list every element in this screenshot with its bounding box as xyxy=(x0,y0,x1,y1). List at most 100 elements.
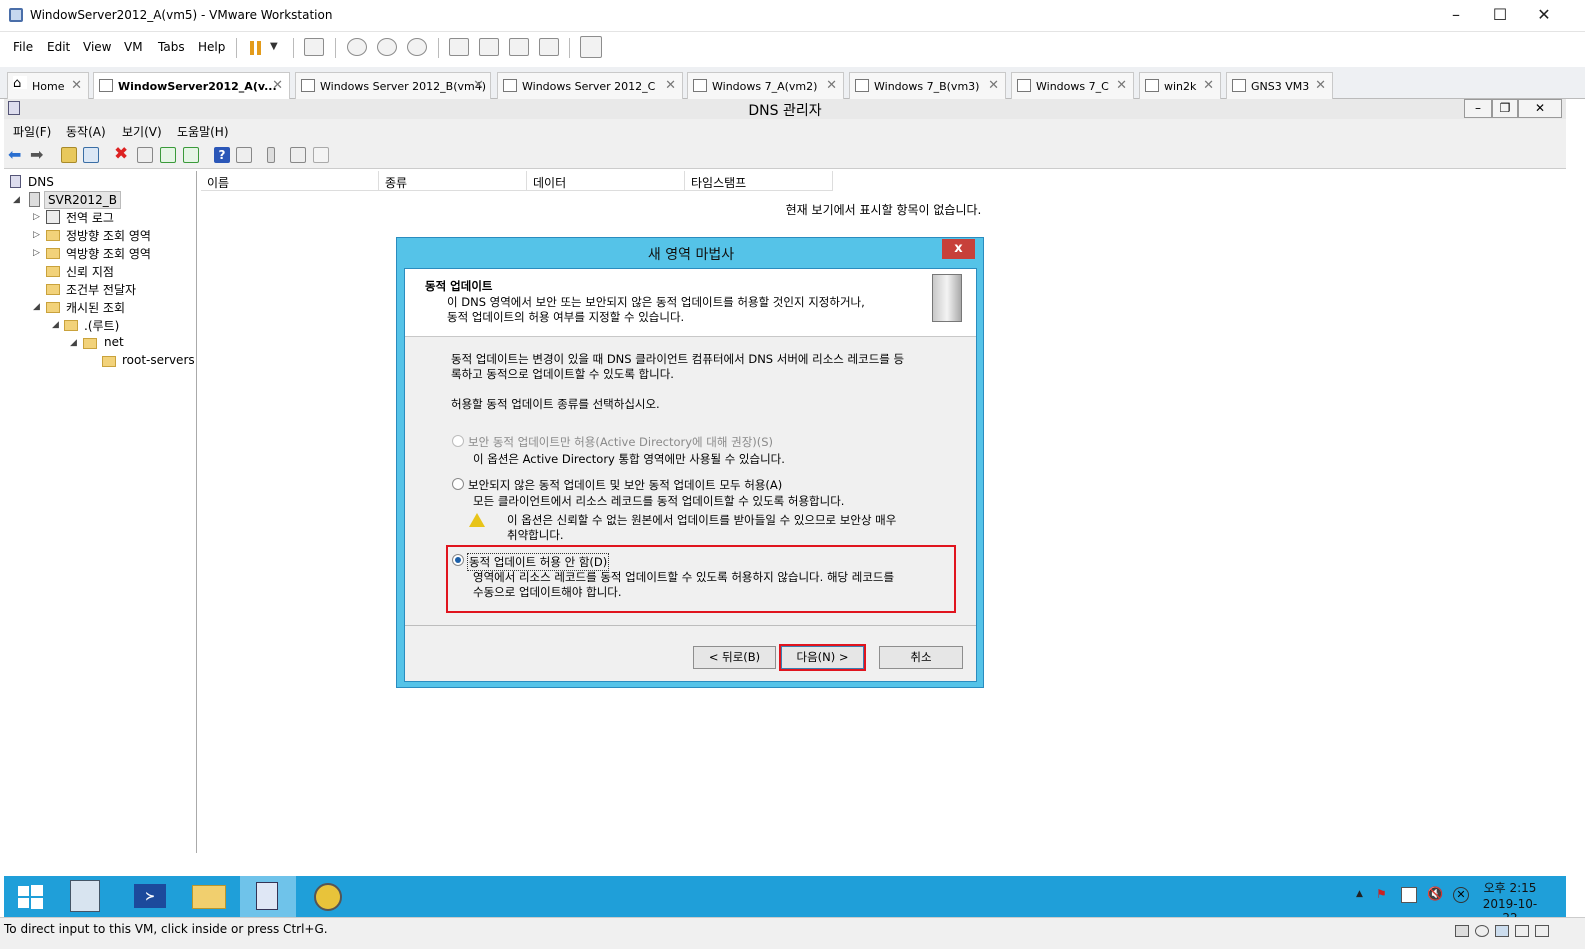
mmc-menu-help[interactable]: 도움말(H) xyxy=(177,123,229,140)
snapshot-icon[interactable] xyxy=(347,38,367,56)
collapse-icon[interactable]: ▷ xyxy=(33,212,40,222)
column-type[interactable]: 종류 xyxy=(379,171,527,191)
tab-win2k[interactable]: win2k ✕ xyxy=(1139,72,1221,99)
option-secure-only-label[interactable]: 보안 동적 업데이트만 허용(Active Directory에 대해 권장)(… xyxy=(468,434,773,450)
full-screen-icon[interactable] xyxy=(509,38,529,56)
expand-icon[interactable]: ◢ xyxy=(52,320,59,330)
close-tab-icon[interactable]: ✕ xyxy=(1203,78,1214,93)
close-tab-icon[interactable]: ✕ xyxy=(473,78,484,93)
collapse-icon[interactable]: ▷ xyxy=(33,230,40,240)
server-icon[interactable] xyxy=(267,147,275,163)
up-folder-icon[interactable] xyxy=(61,147,77,163)
menu-tabs[interactable]: Tabs xyxy=(158,40,185,54)
tab-windows-7-a[interactable]: Windows 7_A(vm2) ✕ xyxy=(687,72,844,99)
close-tab-icon[interactable]: ✕ xyxy=(1116,78,1127,93)
menu-help[interactable]: Help xyxy=(198,40,225,54)
thumbnail-bar-icon[interactable] xyxy=(479,38,499,56)
close-tab-icon[interactable]: ✕ xyxy=(272,78,283,93)
tab-windows-server-2012-c[interactable]: Windows Server 2012_C ✕ xyxy=(497,72,683,99)
snapshot-manager-icon[interactable] xyxy=(407,38,427,56)
tab-windows-7-c[interactable]: Windows 7_C ✕ xyxy=(1011,72,1134,99)
column-name[interactable]: 이름 xyxy=(201,171,379,191)
wizard-close-button[interactable]: x xyxy=(942,239,975,259)
mmc-menu-action[interactable]: 동작(A) xyxy=(66,123,106,140)
tree-net[interactable]: net xyxy=(104,335,124,349)
action-pane-icon[interactable] xyxy=(236,147,252,163)
menu-vm[interactable]: VM xyxy=(124,40,143,54)
dns-manager-taskbar-icon[interactable] xyxy=(240,876,296,917)
expand-icon[interactable]: ◢ xyxy=(13,195,20,205)
close-tab-icon[interactable]: ✕ xyxy=(988,78,999,93)
tab-windows-server-2012-b[interactable]: Windows Server 2012_B(vm4) ✕ xyxy=(295,72,491,99)
pause-icon[interactable] xyxy=(248,40,264,56)
properties-icon[interactable] xyxy=(137,147,153,163)
sound-device-icon[interactable] xyxy=(1535,925,1549,937)
close-tab-icon[interactable]: ✕ xyxy=(1315,78,1326,93)
hard-disk-icon[interactable] xyxy=(1455,925,1469,937)
mmc-menu-file[interactable]: 파일(F) xyxy=(13,123,51,140)
tree-root-dns[interactable]: DNS xyxy=(28,175,54,189)
tab-home[interactable]: ⌂ Home ✕ xyxy=(7,72,89,99)
guest-screen[interactable]: DNS 관리자 – ❐ ✕ 파일(F) 동작(A) 보기(V) 도움말(H) ⬅… xyxy=(4,99,1566,925)
usb-icon[interactable] xyxy=(1515,925,1529,937)
column-data[interactable]: 데이터 xyxy=(527,171,685,191)
cancel-button[interactable]: 취소 xyxy=(879,646,963,669)
tree-conditional-forwarders[interactable]: 조건부 전달자 xyxy=(66,281,136,298)
unity-icon[interactable] xyxy=(539,38,559,56)
close-tab-icon[interactable]: ✕ xyxy=(665,78,676,93)
tray-expand-icon[interactable]: ▲ xyxy=(1356,889,1363,899)
mmc-minimize-button[interactable]: – xyxy=(1464,99,1492,118)
start-button[interactable] xyxy=(6,876,62,917)
maximize-button[interactable]: ☐ xyxy=(1487,4,1513,26)
network-app-icon[interactable] xyxy=(302,876,358,917)
menu-file[interactable]: File xyxy=(13,40,33,54)
tree-global-log[interactable]: 전역 로그 xyxy=(66,209,114,226)
show-tree-icon[interactable] xyxy=(83,147,99,163)
menu-view[interactable]: View xyxy=(83,40,111,54)
mmc-restore-button[interactable]: ❐ xyxy=(1492,99,1518,118)
tree-root-servers[interactable]: root-servers xyxy=(122,353,195,367)
tree-forward-lookup[interactable]: 정방향 조회 영역 xyxy=(66,227,151,244)
radio-allow-all[interactable] xyxy=(452,478,464,490)
tray-time[interactable]: 오후 2:15 xyxy=(1480,879,1540,896)
tree-cached-lookups[interactable]: 캐시된 조회 xyxy=(66,299,125,316)
help-icon[interactable]: ? xyxy=(214,147,230,163)
cd-rom-icon[interactable] xyxy=(1475,925,1489,937)
action-center-flag-icon[interactable]: ⚑ xyxy=(1376,887,1392,903)
tab-windowserver2012-a[interactable]: WindowServer2012_A(v... ✕ xyxy=(93,72,290,100)
export-list-icon[interactable] xyxy=(183,147,199,163)
network-tray-icon[interactable] xyxy=(1401,887,1417,903)
tree-trust-points[interactable]: 신뢰 지점 xyxy=(66,263,114,280)
menu-edit[interactable]: Edit xyxy=(47,40,70,54)
tree-root-hint[interactable]: .(루트) xyxy=(84,317,119,334)
close-button[interactable]: ✕ xyxy=(1531,4,1557,26)
revert-snapshot-icon[interactable] xyxy=(377,38,397,56)
collapse-icon[interactable]: ▷ xyxy=(33,248,40,258)
mmc-close-button[interactable]: ✕ xyxy=(1518,99,1562,118)
minimize-button[interactable]: – xyxy=(1443,4,1469,26)
back-button[interactable]: < 뒤로(B) xyxy=(693,646,776,669)
close-tab-icon[interactable]: ✕ xyxy=(71,78,82,93)
tree-server[interactable]: SVR2012_B xyxy=(44,191,121,209)
network-adapter-icon[interactable] xyxy=(1495,925,1509,937)
volume-muted-icon[interactable]: 🔇 xyxy=(1427,887,1443,902)
file-explorer-icon[interactable] xyxy=(182,876,238,917)
radio-secure-only[interactable] xyxy=(452,435,464,447)
expand-icon[interactable]: ◢ xyxy=(33,302,40,312)
ime-tray-icon[interactable]: ✕ xyxy=(1453,887,1469,903)
powershell-icon[interactable]: ≻ xyxy=(122,876,178,917)
console-view-icon[interactable] xyxy=(580,36,602,58)
tab-windows-7-b[interactable]: Windows 7_B(vm3) ✕ xyxy=(849,72,1006,99)
tab-gns3-vm3[interactable]: GNS3 VM3 ✕ xyxy=(1226,72,1333,99)
mmc-menu-view[interactable]: 보기(V) xyxy=(122,123,162,140)
send-ctrl-alt-del-icon[interactable] xyxy=(304,38,324,56)
list-icon[interactable] xyxy=(290,147,306,163)
close-tab-icon[interactable]: ✕ xyxy=(826,78,837,93)
back-arrow-icon[interactable]: ⬅ xyxy=(8,147,24,163)
delete-icon[interactable]: ✖ xyxy=(114,146,130,163)
forward-arrow-icon[interactable]: ➡ xyxy=(30,147,46,163)
option-allow-all-label[interactable]: 보안되지 않은 동적 업데이트 및 보안 동적 업데이트 모두 허용(A) xyxy=(468,477,782,493)
show-library-icon[interactable] xyxy=(449,38,469,56)
expand-icon[interactable]: ◢ xyxy=(70,338,77,348)
pause-dropdown-icon[interactable]: ▼ xyxy=(270,41,278,52)
